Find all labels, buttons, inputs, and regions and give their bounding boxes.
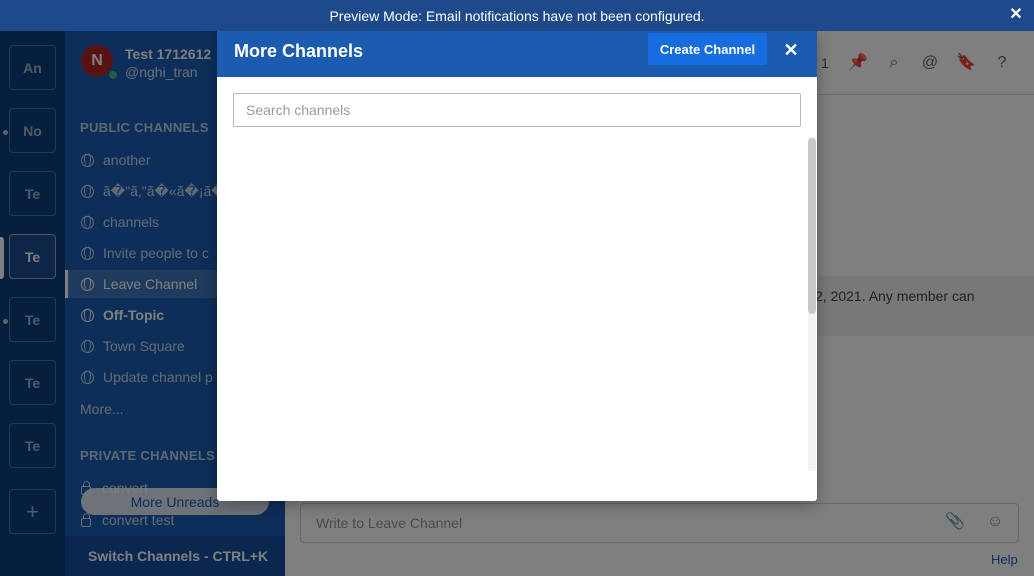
create-channel-button[interactable]: Create Channel (648, 33, 767, 65)
announcement-banner: Preview Mode: Email notifications have n… (0, 0, 1034, 31)
scrollbar-thumb[interactable] (808, 138, 816, 314)
search-channels-input[interactable] (233, 93, 801, 127)
close-icon[interactable]: ✕ (781, 40, 801, 60)
banner-text: Preview Mode: Email notifications have n… (329, 7, 705, 24)
modal-title: More Channels (234, 41, 364, 61)
banner-close-icon[interactable]: ✕ (1006, 5, 1026, 25)
modal-header: More Channels Create Channel ✕ (217, 31, 817, 77)
more-channels-modal: More Channels Create Channel ✕ (217, 31, 817, 501)
